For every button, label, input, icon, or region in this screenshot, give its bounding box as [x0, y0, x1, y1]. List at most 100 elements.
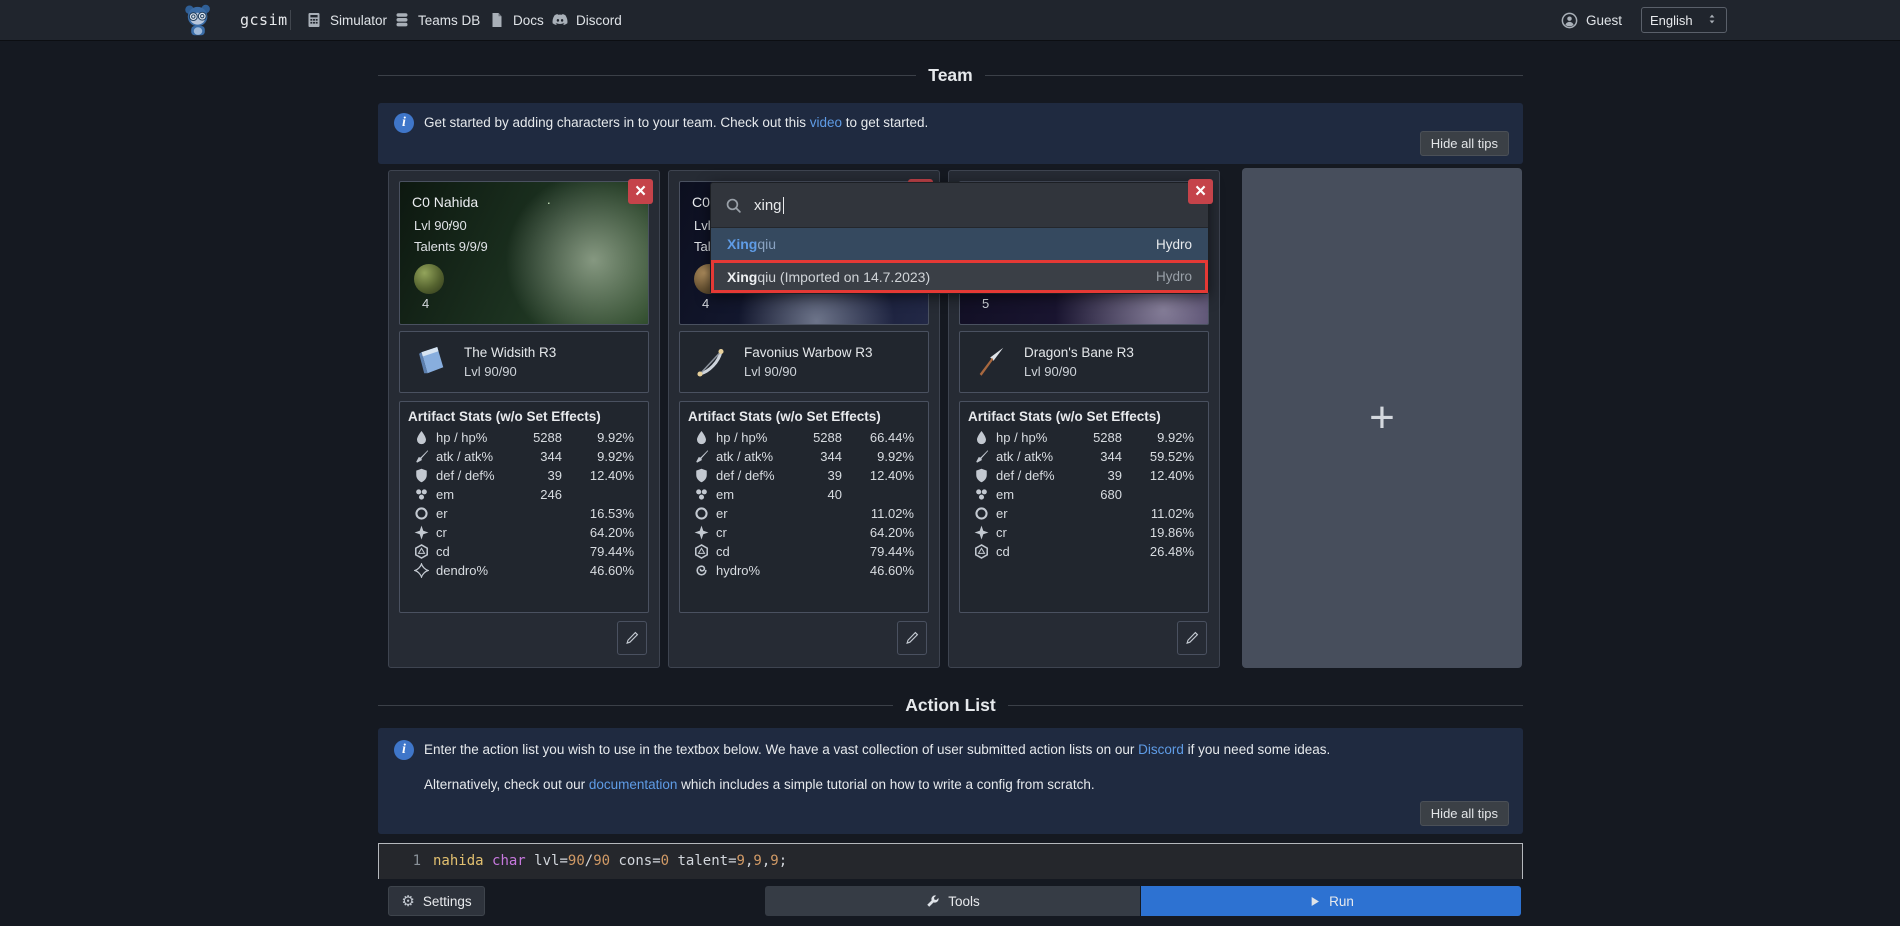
cd-icon	[974, 544, 989, 559]
stat-label: em	[996, 487, 1066, 502]
stat-label: cd	[996, 544, 1066, 559]
artifact-stats-box: Artifact Stats (w/o Set Effects) hp / hp…	[399, 401, 649, 613]
documentation-link[interactable]: documentation	[589, 777, 678, 792]
brand-name[interactable]: gcsim	[240, 0, 288, 40]
code-token: char	[492, 853, 526, 869]
nav-item-discord[interactable]: Discord	[552, 0, 622, 40]
tip-text: which includes a simple tutorial on how …	[677, 777, 1094, 792]
artifact-set-icon	[414, 264, 444, 294]
config-editor[interactable]: 1 nahida char lvl=90/90 cons=0 talent=9,…	[378, 843, 1523, 879]
stat-label: hydro%	[716, 563, 786, 578]
add-character-slot[interactable]: +	[1242, 168, 1522, 668]
nav-item-teams-db[interactable]: Teams DB	[394, 0, 480, 40]
stat-label: def / def%	[996, 468, 1066, 483]
nav-item-label: Teams DB	[418, 13, 480, 28]
stat-label: def / def%	[436, 468, 506, 483]
stat-label: hp / hp%	[996, 430, 1066, 445]
stat-label: er	[716, 506, 786, 521]
remove-character-button[interactable]: ×	[628, 179, 653, 204]
em-icon	[974, 487, 989, 502]
em-icon	[694, 487, 709, 502]
artifact-stats-box: Artifact Stats (w/o Set Effects) hp / hp…	[679, 401, 929, 613]
stat-percent: 66.44%	[842, 430, 914, 445]
stat-value: 680	[1066, 487, 1122, 502]
settings-label: Settings	[423, 894, 472, 909]
edit-character-button[interactable]	[897, 621, 927, 655]
divider-line	[378, 705, 893, 706]
code-token: lvl=	[526, 853, 568, 869]
weapon-level: Lvl 90/90	[464, 364, 556, 379]
language-select[interactable]: English	[1641, 7, 1727, 33]
character-search-input[interactable]: xing	[711, 183, 1208, 228]
stat-row: em246	[408, 485, 634, 504]
code-token: 90	[593, 853, 610, 869]
language-value: English	[1650, 13, 1693, 28]
stat-percent: 12.40%	[562, 468, 634, 483]
tools-button[interactable]: Tools	[765, 886, 1140, 916]
stat-percent: 79.44%	[562, 544, 634, 559]
cr-icon	[414, 525, 429, 540]
stat-value: 5288	[1066, 430, 1122, 445]
nav-item-docs[interactable]: Docs	[489, 0, 544, 40]
search-result-xingqiu[interactable]: Xingqiu Hydro	[711, 228, 1208, 260]
discord-link[interactable]: Discord	[1138, 742, 1184, 757]
action-tip-line2: Alternatively, check out our documentati…	[424, 777, 1095, 792]
code-token: talent=	[669, 853, 736, 869]
bow-weapon-icon	[694, 344, 730, 380]
search-result-xingqiu-imported[interactable]: Xingqiu (Imported on 14.7.2023) Hydro	[711, 260, 1208, 293]
def-icon	[694, 468, 709, 483]
stat-row: em40	[688, 485, 914, 504]
weapon-box: Dragon's Bane R3 Lvl 90/90	[959, 331, 1209, 393]
stat-value: 344	[506, 449, 562, 464]
character-name: C0 Nahida	[412, 194, 478, 210]
video-link[interactable]: video	[810, 115, 842, 130]
edit-character-button[interactable]	[1177, 621, 1207, 655]
code-token	[484, 853, 492, 869]
team-tip-text: Get started by adding characters in to y…	[424, 115, 928, 130]
hide-all-tips-button[interactable]: Hide all tips	[1420, 801, 1509, 826]
book-weapon-icon	[414, 344, 450, 380]
artifact-stats-rows: hp / hp%528866.44%atk / atk%3449.92%def …	[688, 428, 914, 580]
stat-label: def / def%	[716, 468, 786, 483]
tip-text: Enter the action list you wish to use in…	[424, 742, 1138, 757]
close-icon: ×	[635, 181, 646, 203]
action-list-section-header: Action List	[378, 692, 1523, 718]
def-icon	[414, 468, 429, 483]
artifact-stats-box: Artifact Stats (w/o Set Effects) hp / hp…	[959, 401, 1209, 613]
stat-value: 40	[786, 487, 842, 502]
stat-label: dendro%	[436, 563, 506, 578]
result-element: Hydro	[1156, 269, 1192, 284]
settings-button[interactable]: ⚙ Settings	[388, 886, 485, 916]
stat-label: atk / atk%	[716, 449, 786, 464]
code-token: nahida	[433, 853, 484, 869]
stat-percent: 16.53%	[562, 506, 634, 521]
nav-item-label: Simulator	[330, 13, 387, 28]
divider-line	[378, 75, 916, 76]
hide-all-tips-button[interactable]: Hide all tips	[1420, 131, 1509, 156]
code-token: 9	[753, 853, 761, 869]
cd-icon	[694, 544, 709, 559]
weapon-box: The Widsith R3 Lvl 90/90	[399, 331, 649, 393]
weapon-name: Dragon's Bane R3	[1024, 345, 1134, 360]
character-level: Lvl	[694, 218, 711, 233]
line-number: 1	[379, 851, 433, 871]
result-name-match: Xing	[727, 236, 757, 252]
stat-row: hp / hp%52889.92%	[408, 428, 634, 447]
tip-text: if you need some ideas.	[1184, 742, 1330, 757]
character-card-nahida: C0 Nahida Lvl 90/90 Talents 9/9/9 4 × Th…	[388, 170, 660, 668]
edit-character-button[interactable]	[617, 621, 647, 655]
search-query: xing	[754, 197, 782, 214]
stat-row: cr64.20%	[408, 523, 634, 542]
remove-character-button[interactable]: ×	[1188, 179, 1213, 204]
stat-label: cd	[716, 544, 786, 559]
stat-percent: 59.52%	[1122, 449, 1194, 464]
run-button[interactable]: Run	[1141, 886, 1521, 916]
user-label: Guest	[1586, 13, 1622, 28]
user-guest[interactable]: Guest	[1561, 0, 1622, 40]
navbar: gcsim Simulator Teams DB Docs Discord	[0, 0, 1900, 41]
gear-icon: ⚙	[401, 894, 414, 909]
result-name-match: Xing	[727, 269, 757, 285]
gcsim-logo-icon[interactable]	[181, 3, 215, 37]
nav-item-simulator[interactable]: Simulator	[306, 0, 387, 40]
character-level: Lvl 90/90	[414, 218, 467, 233]
